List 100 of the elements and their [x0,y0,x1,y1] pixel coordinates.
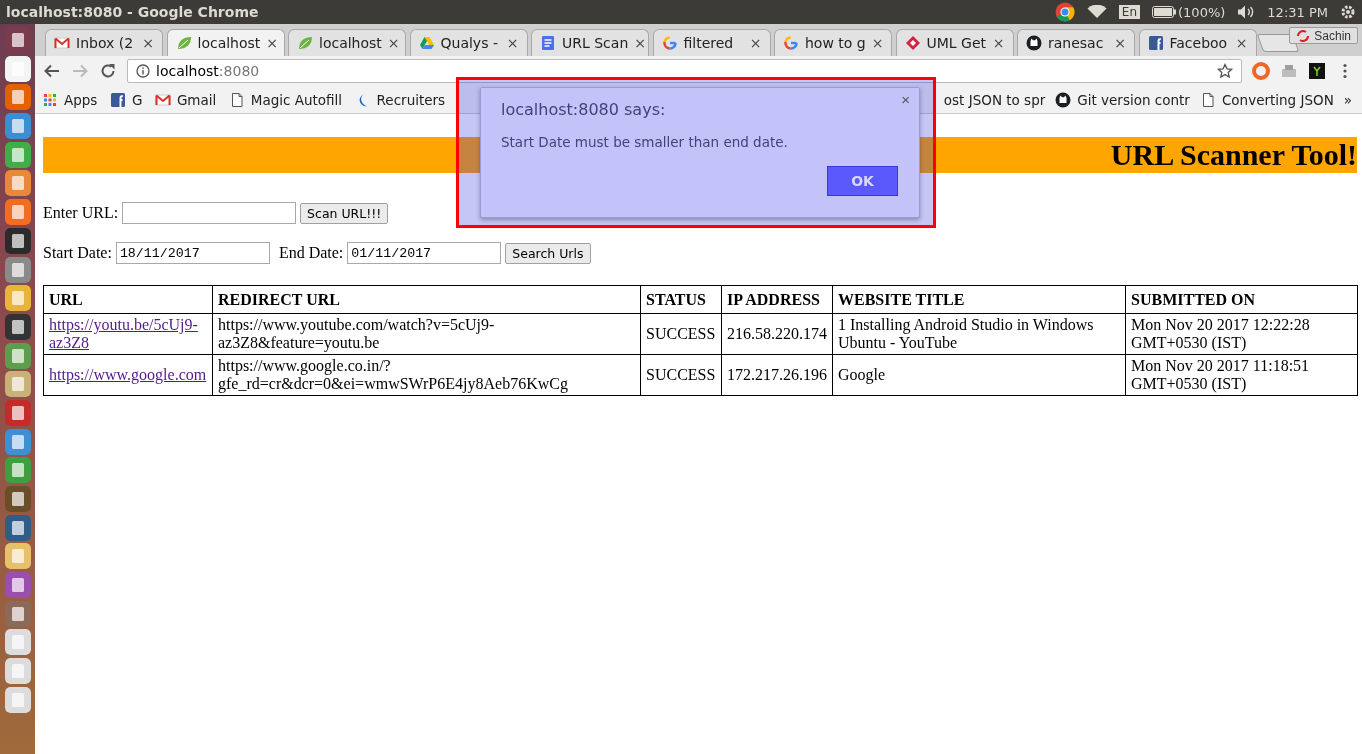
app-icon[interactable] [4,543,31,570]
browser-tab[interactable]: ranesac × [1017,29,1135,56]
table-cell: SUCCESS [640,354,722,396]
url-link[interactable]: https://www.google.com [49,366,207,384]
url-input[interactable] [122,202,297,224]
start-date-input[interactable]: 18/11/2017 [115,242,270,264]
close-tab-button[interactable]: × [871,35,884,51]
browser-tab[interactable]: localhost × [166,29,285,56]
wifi-icon[interactable] [1086,5,1107,19]
bookmark[interactable]: Magic Autofill [250,91,343,108]
power-icon[interactable] [1340,4,1356,20]
close-tab-button[interactable]: × [634,35,646,51]
square-icon [109,91,126,108]
app-icon[interactable] [4,686,31,713]
profile-button[interactable]: Sachin [1289,27,1358,44]
app-icon[interactable] [4,313,31,340]
close-tab-button[interactable]: × [1114,35,1126,51]
column-header: STATUS [640,285,722,314]
battery-icon[interactable] [1152,6,1177,18]
app-icon[interactable] [4,227,31,254]
ring-icon [783,35,799,51]
diamond-icon [904,35,921,51]
app-icon[interactable] [4,572,31,599]
table-cell: 172.217.26.196 [721,354,833,396]
app-icon[interactable] [4,84,31,111]
table-cell: Google [832,354,1126,396]
reload-icon[interactable] [99,62,117,80]
bookmark[interactable]: Gmail [176,91,217,108]
close-tab-button[interactable]: × [266,35,279,51]
app-icon[interactable] [4,457,31,484]
keyboard-indicator[interactable]: En [1118,5,1141,19]
field-label: Start Date: [43,244,112,262]
browser-icon[interactable] [1054,2,1075,22]
close-tab-button[interactable]: × [749,35,762,51]
close-button[interactable]: × [901,91,910,108]
info-icon[interactable] [136,64,150,78]
bookmark[interactable]: Git version contr [1077,91,1190,108]
column-header: REDIRECT URL [212,285,641,314]
app-icon[interactable] [4,199,31,226]
app-icon[interactable] [4,428,31,455]
app-icon[interactable] [4,342,31,369]
column-header: SUBMITTED ON [1125,285,1358,314]
grid-icon [42,91,58,108]
table-cell: Mon Nov 20 2017 11:18:51 GMT+0530 (IST) [1125,354,1358,396]
close-tab-button[interactable]: × [387,35,400,51]
volume-icon[interactable] [1237,5,1256,19]
app-icon[interactable] [4,514,31,541]
browser-tab[interactable]: Qualys - × [409,29,528,56]
lifebuoy-icon[interactable] [1252,62,1270,80]
back-icon[interactable] [43,62,61,80]
clock[interactable]: 12:31 PM [1267,4,1328,20]
scan-button[interactable]: Scan URL!!! [300,202,389,224]
app-icon[interactable] [4,600,31,627]
close-tab-button[interactable]: × [992,35,1005,51]
table-cell: 216.58.220.174 [721,313,833,355]
end-date-input[interactable]: 01/11/2017 [347,242,502,264]
app-icon[interactable] [4,55,31,82]
extension-icon[interactable] [1308,62,1326,80]
bookmark[interactable]: Converting JSON [1221,91,1334,108]
table-cell: https://www.google.co.in/?gfe_rd=cr&dcr=0&ei=wmwSWrP6E4jy8Aeb76KwCg [212,354,641,396]
more-bookmarks-button[interactable]: » [1343,91,1352,108]
app-icon[interactable] [4,285,31,312]
cat-icon [1055,91,1072,108]
app-icon[interactable] [4,399,31,426]
app-icon[interactable] [4,113,31,140]
dialog-message: Start Date must be smaller than end date. [501,134,788,150]
app-icon[interactable] [4,658,31,685]
app-icon[interactable] [4,371,31,398]
browser-tab[interactable]: filtered × [652,29,771,56]
star-icon[interactable] [1217,63,1233,79]
address-bar[interactable]: localhost:8080 [127,59,1242,83]
column-header: IP ADDRESS [721,285,833,314]
browser-tab[interactable]: URL Scan × [531,29,649,56]
cat-icon [1026,35,1042,51]
browser-tab[interactable]: how to g × [774,29,892,56]
ok-button[interactable]: OK [827,166,898,196]
close-tab-button[interactable]: × [506,35,519,51]
search-button[interactable]: Search Urls [505,242,591,264]
table-cell: 1 Installing Android Studio in Windows Ubuntu - YouTube [832,313,1126,355]
close-tab-button[interactable]: × [142,35,154,51]
app-icon[interactable] [4,141,31,168]
envelope-icon [54,35,70,51]
browser-tab[interactable]: localhost × [288,29,406,56]
browser-tab[interactable]: UML Get × [895,29,1014,56]
app-icon[interactable] [4,27,31,53]
close-tab-button[interactable]: × [1235,35,1248,51]
bookmark[interactable]: G [131,91,143,108]
bookmark[interactable]: Recruiters [376,91,446,108]
app-icon[interactable] [4,256,31,283]
bookmark[interactable]: ost JSON to spr [943,91,1046,108]
browser-tab[interactable]: Faceboo × [1138,29,1257,56]
column-header: URL [43,285,213,314]
envelope-icon [154,91,171,108]
table-cell: SUCCESS [640,313,722,355]
url-link[interactable]: https://youtu.be/5cUj9-az3Z8 [49,316,207,352]
app-icon[interactable] [4,486,31,512]
app-icon[interactable] [4,170,31,197]
bookmark[interactable]: Apps [64,91,98,108]
browser-tab[interactable]: Inbox (2 × [45,29,163,56]
app-icon[interactable] [4,629,31,656]
